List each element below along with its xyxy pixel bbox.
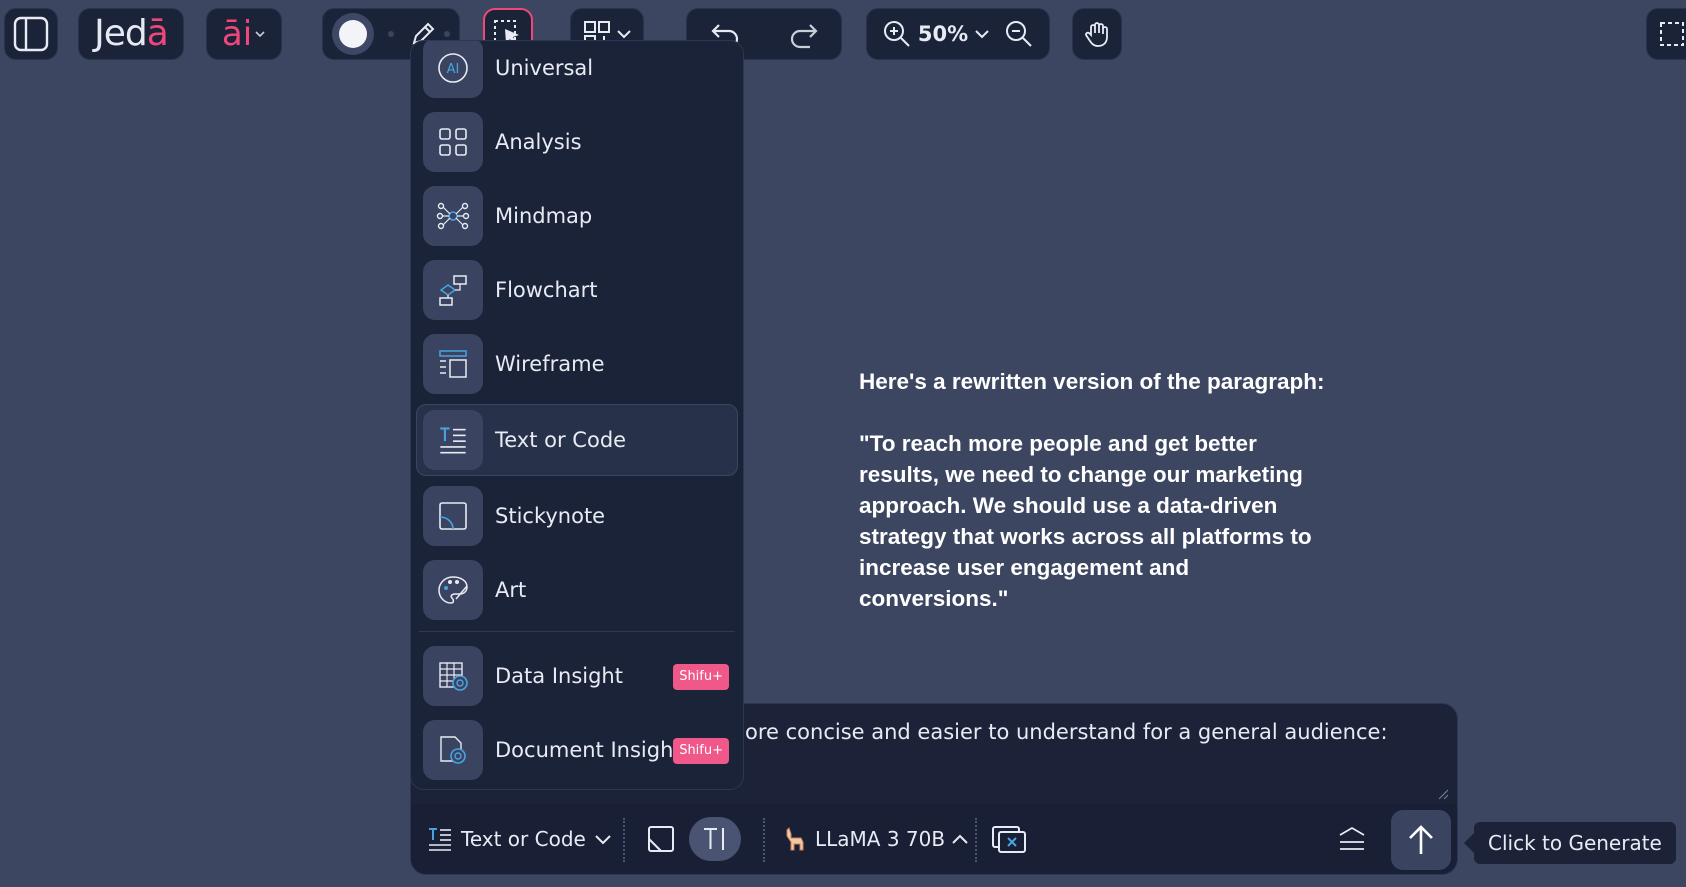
text-cursor-icon <box>704 828 724 850</box>
redo-icon[interactable] <box>786 19 820 49</box>
shifu-plus-badge: Shifu+ <box>673 664 729 690</box>
generate-tooltip: Click to Generate <box>1464 822 1676 864</box>
text-code-icon <box>440 427 466 454</box>
menu-item-mindmap[interactable]: Mindmap <box>417 182 737 250</box>
arrow-up-icon <box>1409 825 1433 854</box>
shifu-plus-badge: Shifu+ <box>673 738 729 764</box>
zoom-group: 50% <box>866 8 1050 60</box>
menu-item-art[interactable]: Art <box>417 556 737 624</box>
color-picker-button[interactable] <box>332 13 374 55</box>
menu-item-label: Stickynote <box>495 504 606 528</box>
menu-item-wireframe[interactable]: Wireframe <box>417 330 737 398</box>
menu-item-label: Art <box>495 578 527 602</box>
collapse-icon <box>1339 826 1365 850</box>
ai-icon: AI <box>438 53 468 83</box>
chevron-down-icon <box>617 30 631 39</box>
model-select[interactable]: LLaMA 3 70B <box>783 804 969 874</box>
logo-main-text: Jed <box>94 13 148 54</box>
menu-item-label: Analysis <box>495 130 582 154</box>
menu-item-label: Universal <box>495 56 594 80</box>
menu-item-document-insight[interactable]: Document Insight Shifu+ <box>417 716 737 784</box>
mode-dropdown-menu: AI Universal Analysis Mindmap Flowchart … <box>410 40 744 790</box>
text-code-icon <box>429 828 451 851</box>
resize-handle-icon[interactable] <box>1437 788 1449 800</box>
document-insight-icon <box>440 736 466 764</box>
mode-select-label: Text or Code <box>461 827 586 851</box>
ai-label: āi <box>221 14 253 54</box>
menu-item-universal[interactable]: AI Universal <box>417 41 737 102</box>
chevron-down-icon <box>255 31 265 38</box>
clear-context-button[interactable] <box>991 804 1027 874</box>
mode-select[interactable]: Text or Code <box>427 804 612 874</box>
stroke-dots <box>374 31 408 37</box>
zoom-out-icon[interactable] <box>1004 19 1034 49</box>
frame-select-icon <box>1660 22 1684 46</box>
stickynote-mode-button[interactable] <box>647 804 675 874</box>
generate-button[interactable] <box>1391 810 1451 870</box>
stickynote-icon <box>439 502 467 530</box>
menu-item-text-or-code[interactable]: Text or Code <box>416 404 738 476</box>
prompt-toolbar: Text or Code LLaMA 3 70B <box>411 804 1457 874</box>
zoom-level-select[interactable]: 50% <box>918 22 968 46</box>
menu-item-label: Text or Code <box>495 428 627 452</box>
chevron-down-icon[interactable] <box>974 28 990 40</box>
menu-item-label: Mindmap <box>495 204 593 228</box>
clear-context-icon <box>992 826 1026 853</box>
separator <box>623 818 625 862</box>
palette-icon <box>438 576 468 604</box>
model-select-label: LLaMA 3 70B <box>815 827 946 851</box>
wireframe-icon <box>439 350 467 378</box>
sidebar-icon <box>13 16 49 52</box>
menu-divider <box>419 631 735 632</box>
prompt-input[interactable]: ore concise and easier to understand for… <box>745 720 1388 744</box>
llama-icon <box>786 827 804 851</box>
menu-item-analysis[interactable]: Analysis <box>417 108 737 176</box>
data-insight-icon <box>439 662 468 691</box>
menu-item-label: Document Insight <box>495 738 682 762</box>
hand-icon <box>1085 22 1108 47</box>
zoom-in-icon[interactable] <box>882 19 912 49</box>
collapse-panel-button[interactable] <box>1337 804 1367 874</box>
menu-item-data-insight[interactable]: Data Insight Shifu+ <box>417 642 737 710</box>
jeda-logo[interactable]: Jedā <box>78 8 184 60</box>
stroke-dot <box>444 31 450 37</box>
chevron-down-icon <box>595 835 611 845</box>
pan-tool-button[interactable] <box>1072 8 1122 60</box>
svg-text:AI: AI <box>447 62 460 77</box>
separator <box>975 818 977 862</box>
sidebar-toggle-button[interactable] <box>4 8 58 60</box>
color-swatch <box>339 20 367 48</box>
grid-icon <box>439 128 467 156</box>
text-mode-button[interactable] <box>689 804 741 874</box>
menu-item-label: Flowchart <box>495 278 598 302</box>
menu-item-flowchart[interactable]: Flowchart <box>417 256 737 324</box>
ai-menu-button[interactable]: āi <box>206 8 282 60</box>
mindmap-icon <box>436 202 470 230</box>
stickynote-icon <box>648 826 674 852</box>
flowchart-icon <box>439 275 467 306</box>
chevron-up-icon <box>952 834 968 844</box>
frame-tool-button[interactable] <box>1646 8 1686 60</box>
menu-item-label: Wireframe <box>495 352 605 376</box>
menu-item-label: Data Insight <box>495 664 623 688</box>
generated-text-node[interactable]: Here's a rewritten version of the paragr… <box>859 366 1329 614</box>
separator <box>763 818 765 862</box>
menu-item-stickynote[interactable]: Stickynote <box>417 482 737 550</box>
logo-accent-text: ā <box>146 13 169 54</box>
